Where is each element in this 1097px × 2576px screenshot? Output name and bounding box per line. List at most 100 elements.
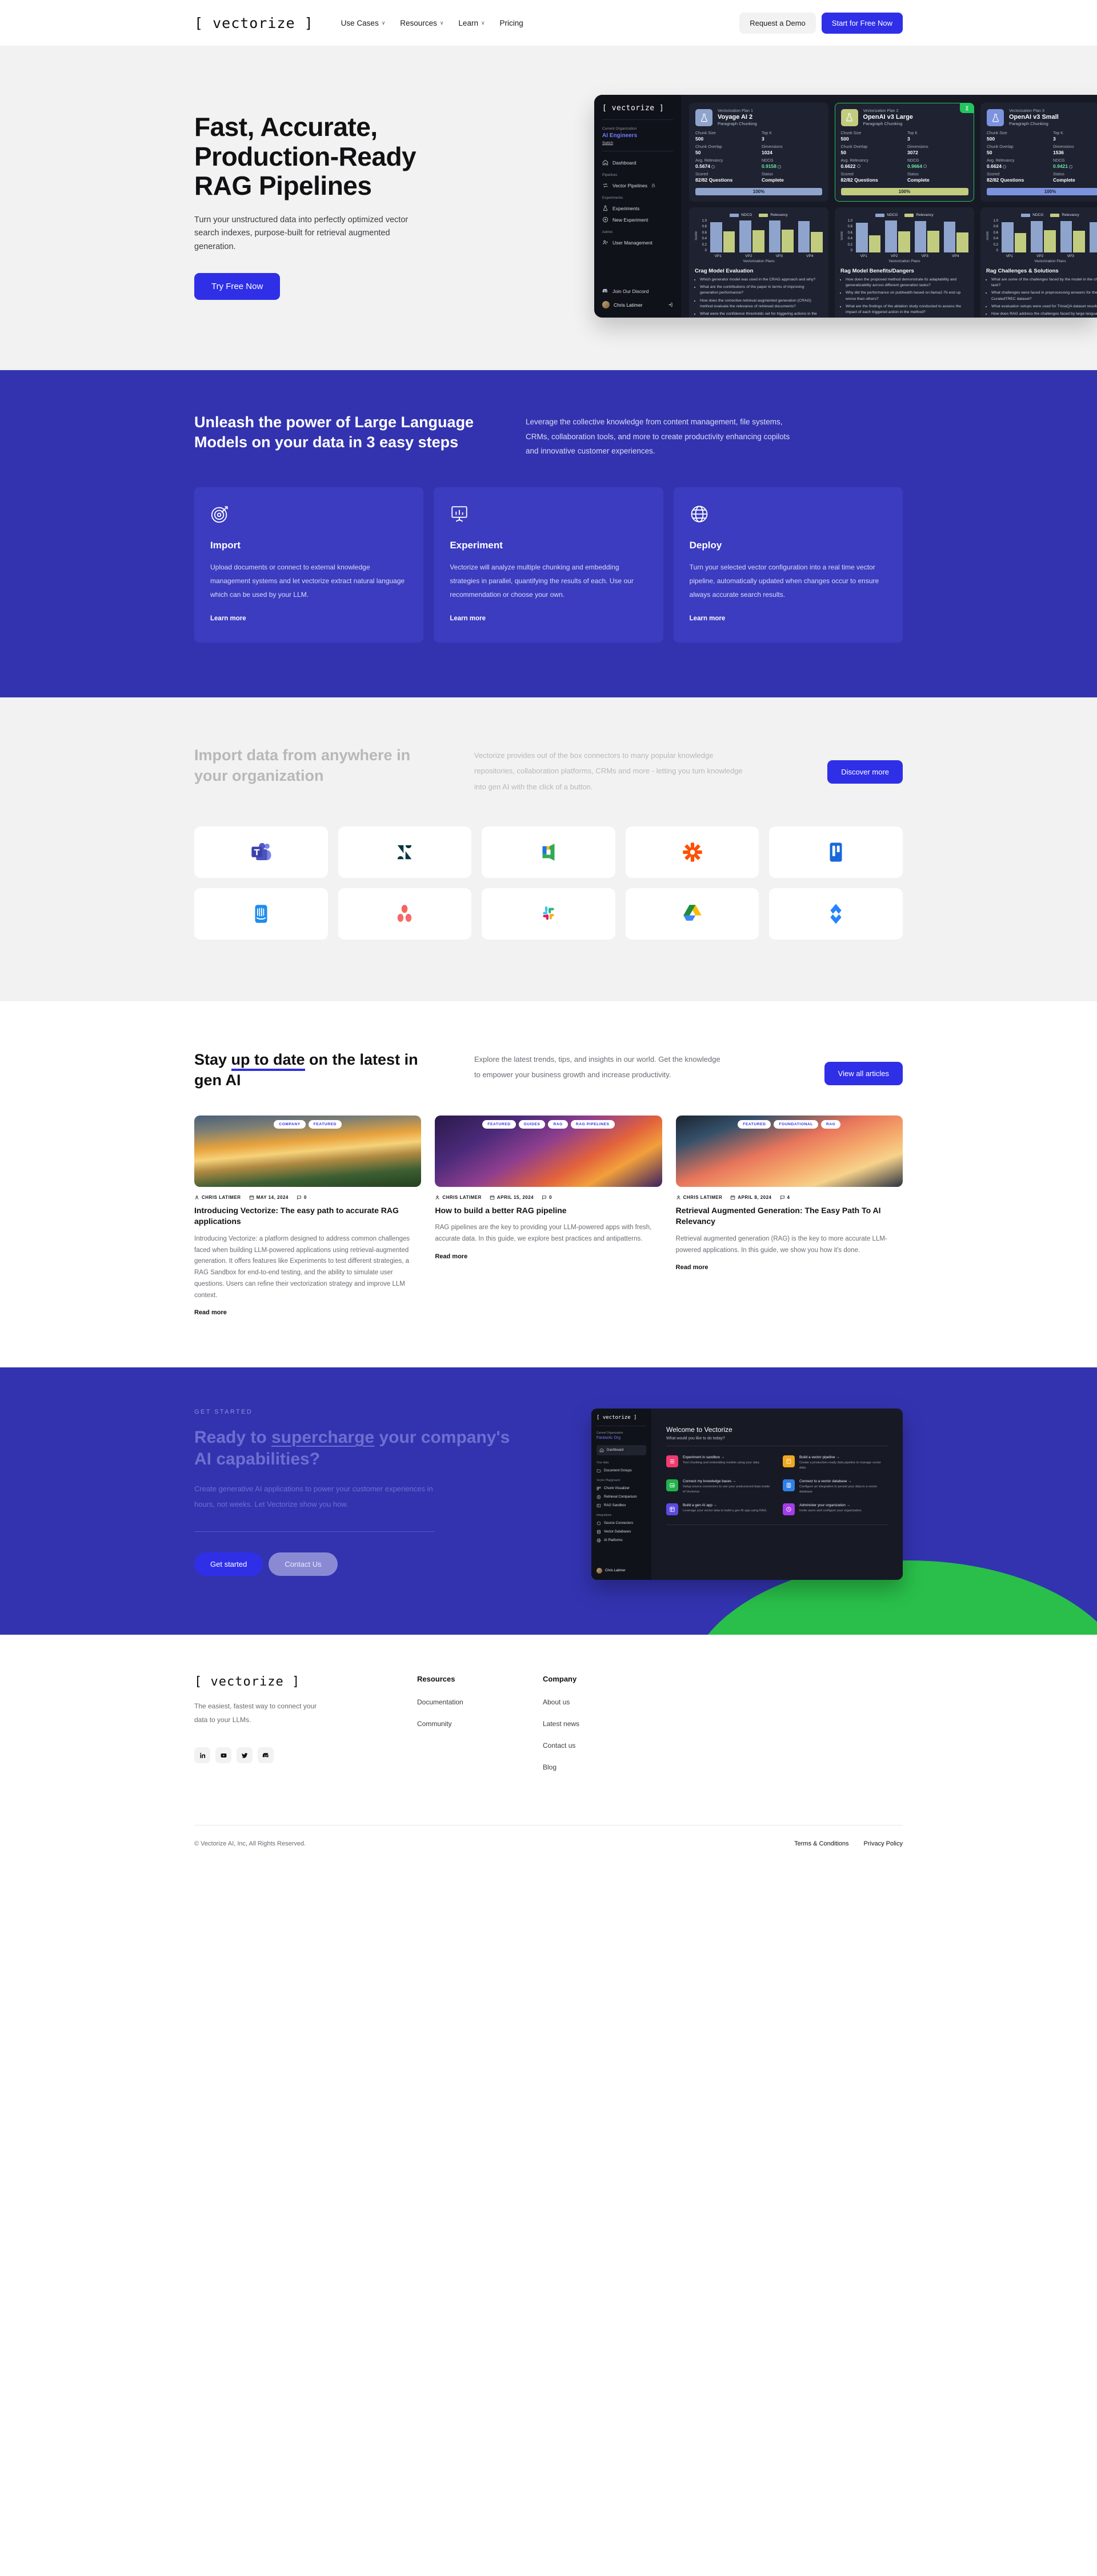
nav-item-use-cases[interactable]: Use Cases ∨: [341, 19, 386, 27]
sidebar-item-vector-pipelines[interactable]: Vector Pipelines: [602, 182, 673, 188]
sidebar-item-dashboard[interactable]: Dashboard: [602, 159, 673, 166]
calendar-icon: [249, 1195, 254, 1200]
tag[interactable]: FEATURED: [482, 1120, 516, 1129]
connector-tile-google-meet[interactable]: [482, 826, 615, 878]
dashboard-sidebar: [ vectorize ] Current Organization AI En…: [594, 95, 681, 318]
terms-link[interactable]: Terms & Conditions: [794, 1840, 848, 1847]
sidebar-item-ai-platforms[interactable]: AI Platforms: [596, 1538, 646, 1543]
action-build-vector-pipeline[interactable]: Build a vector pipeline → Create a produc…: [783, 1455, 888, 1470]
info-icon[interactable]: [856, 164, 860, 168]
connector-tile-slack[interactable]: [482, 888, 615, 940]
nav-item-learn[interactable]: Learn ∨: [458, 19, 485, 27]
connector-tile-zapier[interactable]: [625, 826, 759, 878]
contact-us-button[interactable]: Contact Us: [269, 1552, 338, 1576]
action-administer-organization[interactable]: Administer your organization → Invite use…: [783, 1503, 888, 1515]
linkedin-link[interactable]: [194, 1747, 210, 1764]
action-connect-vector-database[interactable]: Connect to a vector database → Configure …: [783, 1479, 888, 1494]
step-learn-more-link[interactable]: Learn more: [210, 615, 246, 622]
sidebar-item-chunk-visualizer[interactable]: Chunk Visualizer: [596, 1486, 646, 1491]
tag[interactable]: COMPANY: [274, 1120, 306, 1129]
step-learn-more-link[interactable]: Learn more: [690, 615, 726, 622]
view-all-articles-button[interactable]: View all articles: [824, 1061, 903, 1085]
dimensions-label: Dimensions: [1053, 145, 1074, 149]
sidebar-item-new-experiment[interactable]: New Experiment: [602, 216, 673, 223]
globe-icon: [690, 504, 709, 524]
read-more-link[interactable]: Read more: [435, 1253, 467, 1260]
sidebar-item-vector-databases[interactable]: Vector Databases: [596, 1530, 646, 1534]
sidebar-item-experiments[interactable]: Experiments: [602, 205, 673, 211]
google-meet-logo: [542, 843, 555, 861]
action-build-gen-ai-app[interactable]: Build a gen AI app → Leverage your vector…: [666, 1503, 771, 1515]
switch-org-link[interactable]: Switch: [602, 141, 673, 151]
connector-tile-microsoft-teams[interactable]: [194, 826, 328, 878]
youtube-link[interactable]: [215, 1747, 231, 1764]
action-text: Configure an integration to persist your…: [799, 1485, 878, 1494]
blog-post-card[interactable]: FEATURED GUIDES RAG RAG PIPELINES CHRIS …: [435, 1116, 662, 1261]
sidebar-item-user-management[interactable]: User Management: [602, 239, 673, 246]
tag[interactable]: FOUNDATIONAL: [774, 1120, 818, 1129]
legend-label: Relevancy: [1062, 213, 1079, 217]
sidebar-item-dashboard[interactable]: Dashboard: [596, 1445, 646, 1456]
join-discord-link[interactable]: Join Our Discord: [602, 288, 673, 294]
read-more-link[interactable]: Read more: [676, 1264, 708, 1271]
info-icon[interactable]: [1003, 164, 1006, 168]
sidebar-user[interactable]: Chris Latimer: [596, 1568, 646, 1574]
connector-tile-google-drive[interactable]: [625, 888, 759, 940]
plan-card[interactable]: Vectorization Plan 2 OpenAI v3 Large Par…: [835, 103, 974, 202]
footer-link-about-us[interactable]: About us: [543, 1698, 634, 1706]
discover-more-button[interactable]: Discover more: [827, 760, 903, 784]
connector-tile-trello[interactable]: [769, 826, 903, 878]
connector-tile-asana[interactable]: [338, 888, 472, 940]
start-free-button[interactable]: Start for Free Now: [821, 12, 903, 34]
chart-legend: NDCG Relevancy: [695, 213, 823, 217]
author-name: CHRIS LATIMER: [442, 1195, 482, 1201]
blog-post-card[interactable]: COMPANY FEATURED CHRIS LATIMER MAY 14, 2…: [194, 1116, 422, 1317]
logout-icon[interactable]: [668, 302, 673, 307]
footer-logo[interactable]: [ vectorize ]: [194, 1675, 383, 1689]
step-card-import: Import Upload documents or connect to ex…: [194, 487, 424, 643]
footer-link-contact-us[interactable]: Contact us: [543, 1742, 634, 1750]
discord-link[interactable]: [258, 1747, 274, 1764]
info-icon[interactable]: [1069, 164, 1072, 168]
footer-link-community[interactable]: Community: [417, 1720, 509, 1728]
sidebar-item-rag-sandbox[interactable]: RAG Sandbox: [596, 1503, 646, 1508]
request-demo-button[interactable]: Request a Demo: [739, 12, 816, 34]
tag[interactable]: RAG: [548, 1120, 568, 1129]
connector-tile-zendesk[interactable]: [338, 826, 472, 878]
tag[interactable]: RAG PIPELINES: [570, 1120, 615, 1129]
action-experiment-in-sandbox[interactable]: Experiment in sandbox → Test chunking and…: [666, 1455, 771, 1470]
post-title[interactable]: Introducing Vectorize: The easy path to …: [194, 1205, 421, 1227]
info-icon[interactable]: [923, 164, 927, 168]
footer-link-blog[interactable]: Blog: [543, 1763, 634, 1771]
tag[interactable]: GUIDES: [518, 1120, 546, 1129]
connector-tile-jira[interactable]: [769, 888, 903, 940]
try-free-button[interactable]: Try Free Now: [194, 273, 281, 300]
sidebar-item-source-connectors[interactable]: Source Connectors: [596, 1521, 646, 1526]
post-title[interactable]: Retrieval Augmented Generation: The Easy…: [676, 1205, 903, 1227]
tag[interactable]: FEATURED: [308, 1120, 342, 1129]
action-connect-knowledge-bases[interactable]: Connect my knowledge bases → Setup source…: [666, 1479, 771, 1494]
connector-tile-intercom[interactable]: [194, 888, 328, 940]
privacy-link[interactable]: Privacy Policy: [864, 1840, 903, 1847]
sidebar-user[interactable]: Chris Latimer: [602, 301, 673, 308]
brand-logo[interactable]: [ vectorize ]: [194, 15, 314, 31]
post-title[interactable]: How to build a better RAG pipeline: [435, 1205, 662, 1216]
plan-card[interactable]: Vectorization Plan 3 OpenAI v3 Small Par…: [980, 103, 1097, 202]
tag[interactable]: FEATURED: [738, 1120, 771, 1129]
plan-card[interactable]: Vectorization Plan 1 Voyage AI 2 Paragra…: [689, 103, 828, 202]
tag[interactable]: RAG: [820, 1120, 841, 1129]
get-started-button[interactable]: Get started: [194, 1552, 263, 1576]
twitter-link[interactable]: [237, 1747, 253, 1764]
step-learn-more-link[interactable]: Learn more: [450, 615, 486, 622]
sidebar-item-retrieval-comparison[interactable]: Retrieval Comparison: [596, 1495, 646, 1499]
blog-post-card[interactable]: FEATURED FOUNDATIONAL RAG CHRIS LATIMER: [675, 1116, 903, 1272]
footer-link-latest-news[interactable]: Latest news: [543, 1720, 634, 1728]
nav-item-resources[interactable]: Resources ∨: [400, 19, 443, 27]
nav-item-pricing[interactable]: Pricing: [500, 19, 523, 27]
info-icon[interactable]: [778, 164, 781, 168]
sidebar-item-document-groups[interactable]: Document Groups: [596, 1468, 646, 1473]
read-more-link[interactable]: Read more: [194, 1309, 227, 1316]
y-tick: 0.8: [993, 225, 998, 229]
info-icon[interactable]: [711, 164, 715, 168]
footer-link-documentation[interactable]: Documentation: [417, 1698, 509, 1706]
